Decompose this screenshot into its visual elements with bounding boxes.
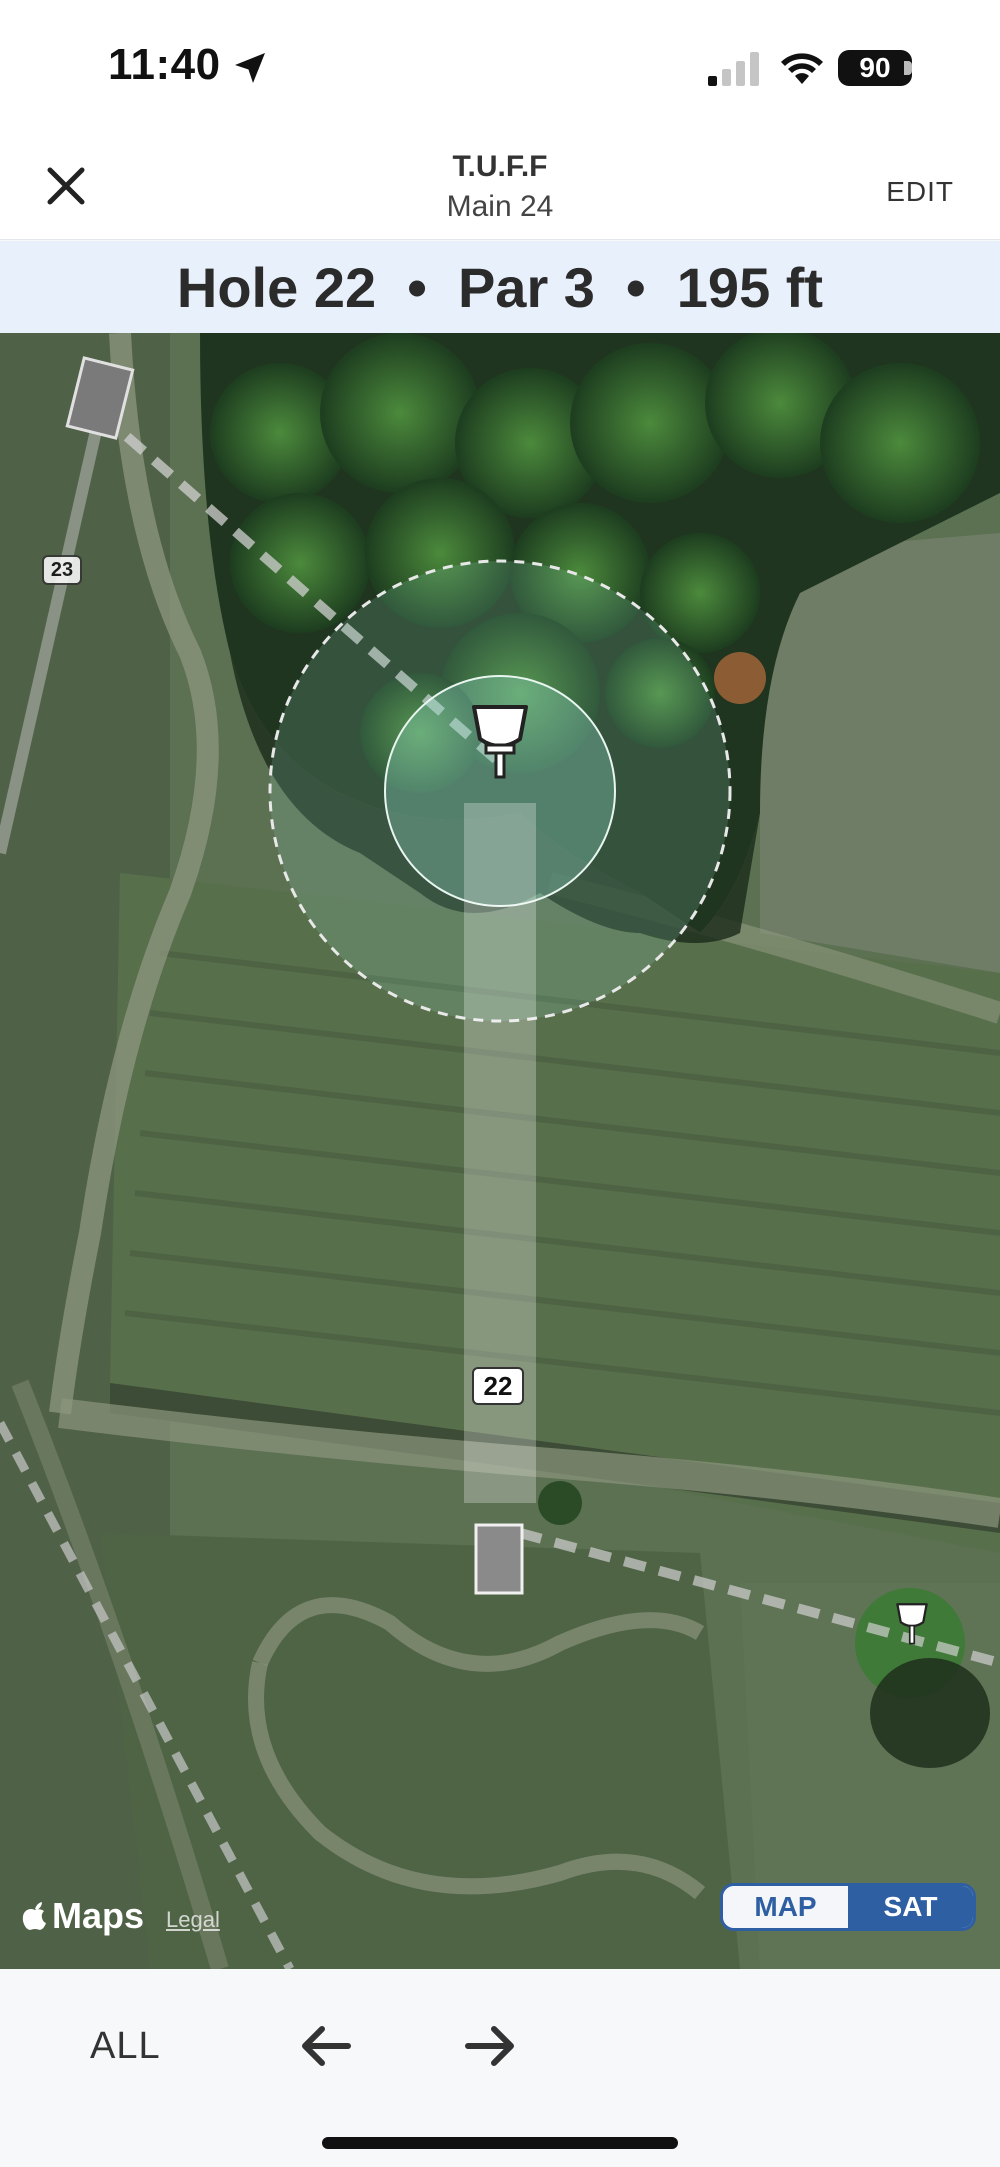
location-arrow-icon xyxy=(235,53,265,83)
apple-maps-logo: Maps xyxy=(22,1895,144,1937)
wifi-icon xyxy=(781,53,823,84)
battery-cap xyxy=(904,61,912,75)
all-holes-button[interactable]: ALL xyxy=(90,2025,161,2068)
course-title: T.U.F.F xyxy=(452,150,548,183)
battery-level: 90 xyxy=(859,52,891,83)
next-basket-icon[interactable] xyxy=(894,1599,930,1651)
apple-icon xyxy=(22,1902,46,1930)
bottom-nav-bar: ALL xyxy=(0,1969,1000,2167)
map-option[interactable]: MAP xyxy=(723,1886,848,1928)
edit-button[interactable]: EDIT xyxy=(886,176,954,208)
hole-info-text: Hole 22 • Par 3 • 195 ft xyxy=(176,256,824,319)
layout-subtitle: Main 24 xyxy=(446,190,554,223)
legal-link[interactable]: Legal xyxy=(166,1907,220,1933)
maps-attribution: Maps xyxy=(52,1895,145,1936)
satellite-imagery xyxy=(0,333,1000,1969)
status-time: 11:40 xyxy=(108,40,221,89)
arrow-left-icon[interactable] xyxy=(298,2021,354,2071)
basket-icon[interactable] xyxy=(468,701,532,787)
arrow-right-icon[interactable] xyxy=(462,2021,518,2071)
sat-option[interactable]: SAT xyxy=(848,1886,973,1928)
hole-info-banner: Hole 22 • Par 3 • 195 ft xyxy=(0,241,1000,333)
nav-header: T.U.F.F Main 24 EDIT xyxy=(0,140,1000,240)
home-indicator[interactable] xyxy=(322,2137,678,2149)
map-type-toggle[interactable]: MAP SAT xyxy=(720,1883,976,1931)
satellite-map[interactable]: 23 22 Maps Legal MAP SAT xyxy=(0,333,1000,1969)
status-bar: 11:40 90 xyxy=(0,0,1000,140)
current-hole-label[interactable]: 22 xyxy=(472,1367,524,1405)
cellular-signal-icon xyxy=(708,52,759,86)
next-hole-label[interactable]: 23 xyxy=(42,555,82,585)
